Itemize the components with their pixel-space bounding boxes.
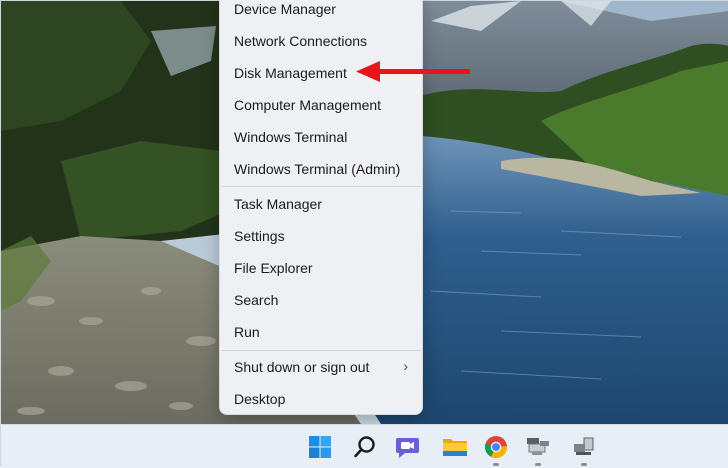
running-indicator bbox=[581, 463, 587, 466]
teams-chat-icon bbox=[396, 438, 419, 458]
chrome-icon bbox=[484, 436, 508, 458]
menu-item-label: Task Manager bbox=[234, 196, 322, 212]
device-app-icon bbox=[574, 437, 594, 455]
menu-item-settings[interactable]: Settings bbox=[220, 221, 422, 251]
menu-item-network-connections[interactable]: Network Connections bbox=[220, 26, 422, 56]
menu-item-run[interactable]: Run bbox=[220, 317, 422, 347]
chrome-button[interactable] bbox=[480, 431, 512, 466]
menu-item-label: Run bbox=[234, 324, 260, 340]
menu-item-search[interactable]: Search bbox=[220, 285, 422, 315]
network-app-icon bbox=[527, 438, 549, 455]
menu-item-label: Desktop bbox=[234, 391, 286, 407]
taskbar-search-button[interactable] bbox=[349, 431, 381, 463]
search-icon bbox=[354, 436, 375, 458]
menu-item-windows-terminal[interactable]: Windows Terminal bbox=[220, 122, 422, 152]
running-indicator bbox=[493, 463, 499, 466]
menu-item-label: Device Manager bbox=[234, 1, 336, 17]
menu-item-label: Windows Terminal (Admin) bbox=[234, 161, 401, 177]
menu-item-label: File Explorer bbox=[234, 260, 313, 276]
menu-separator bbox=[221, 186, 421, 187]
menu-item-shut-down-or-sign-out[interactable]: Shut down or sign out › bbox=[220, 352, 422, 382]
running-indicator bbox=[535, 463, 541, 466]
menu-item-label: Network Connections bbox=[234, 33, 368, 49]
menu-separator bbox=[221, 350, 421, 351]
device-app-button[interactable] bbox=[568, 431, 600, 466]
menu-item-label: Disk Management bbox=[234, 65, 347, 81]
menu-item-label: Shut down or sign out bbox=[234, 359, 370, 375]
chevron-right-icon: › bbox=[403, 358, 408, 374]
network-app-button[interactable] bbox=[522, 431, 554, 466]
menu-item-label: Windows Terminal bbox=[234, 129, 348, 145]
menu-item-device-manager[interactable]: Device Manager bbox=[220, 0, 422, 24]
menu-item-label: Search bbox=[234, 292, 279, 308]
menu-item-windows-terminal-admin[interactable]: Windows Terminal (Admin) bbox=[220, 154, 422, 184]
start-button[interactable] bbox=[304, 431, 336, 463]
start-icon bbox=[309, 436, 331, 458]
file-explorer-button[interactable] bbox=[439, 431, 471, 463]
menu-item-desktop[interactable]: Desktop bbox=[220, 384, 422, 414]
menu-item-computer-management[interactable]: Computer Management bbox=[220, 90, 422, 120]
teams-chat-button[interactable] bbox=[392, 431, 424, 463]
taskbar bbox=[1, 424, 728, 468]
menu-item-label: Computer Management bbox=[234, 97, 382, 113]
menu-item-label: Settings bbox=[234, 228, 285, 244]
arrow-annotation-disk-management bbox=[356, 61, 470, 82]
menu-item-file-explorer[interactable]: File Explorer bbox=[220, 253, 422, 283]
file-explorer-icon bbox=[443, 439, 467, 456]
menu-item-task-manager[interactable]: Task Manager bbox=[220, 189, 422, 219]
